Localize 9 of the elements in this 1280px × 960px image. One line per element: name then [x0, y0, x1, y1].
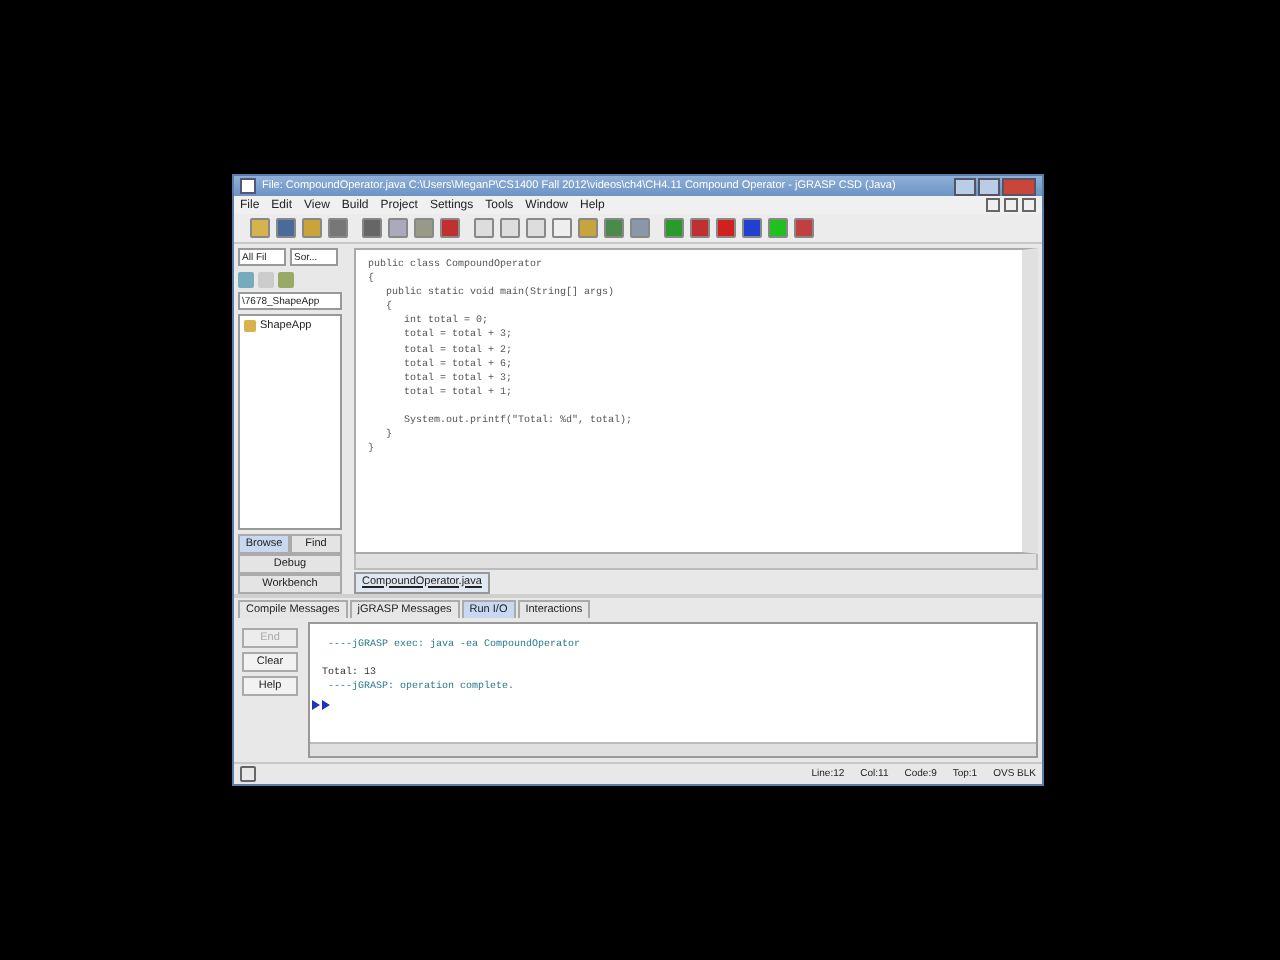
project-icon — [244, 320, 256, 332]
horizontal-scrollbar[interactable] — [354, 554, 1038, 570]
input-prompt-icon — [312, 700, 330, 710]
horizontal-scrollbar[interactable] — [310, 742, 1036, 756]
minimize-button[interactable] — [954, 177, 976, 195]
app-icon — [240, 178, 256, 194]
close-button[interactable] — [1002, 177, 1036, 195]
maximize-button[interactable] — [978, 177, 1000, 195]
status-icon — [240, 766, 256, 782]
